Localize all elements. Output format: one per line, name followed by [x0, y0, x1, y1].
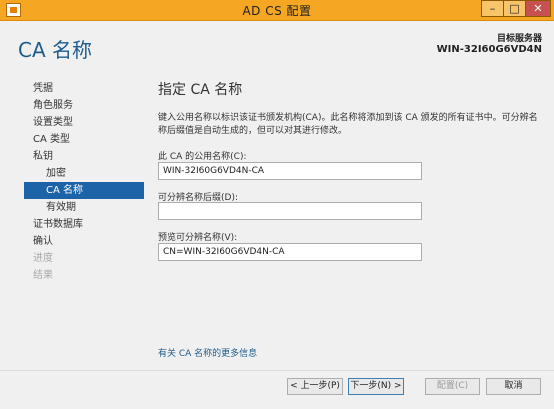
preview-dn-field[interactable]: [158, 243, 422, 261]
close-button[interactable]: ✕: [525, 0, 551, 17]
description-text: 键入公用名称以标识该证书颁发机构(CA)。此名称将添加到该 CA 颁发的所有证书…: [158, 113, 538, 136]
maximize-button[interactable]: □: [503, 0, 526, 17]
nav-item-setup-type[interactable]: 设置类型: [24, 114, 144, 131]
cancel-button[interactable]: 取消: [486, 378, 541, 395]
minimize-button[interactable]: –: [481, 0, 504, 17]
footer-divider: [0, 370, 554, 371]
target-server-name: WIN-32I60G6VD4N: [436, 44, 542, 55]
nav-item-ca-name[interactable]: CA 名称: [24, 182, 144, 199]
page-title: CA 名称: [18, 38, 93, 62]
next-button[interactable]: 下一步(N) >: [348, 378, 404, 395]
window-title: AD CS 配置: [242, 4, 312, 18]
nav-item-private-key[interactable]: 私钥: [24, 148, 144, 165]
target-server-label: 目标服务器: [496, 34, 542, 44]
dn-suffix-input[interactable]: [158, 202, 422, 220]
nav-item-ca-type[interactable]: CA 类型: [24, 131, 144, 148]
sidebar-nav: 凭据 角色服务 设置类型 CA 类型 私钥 加密 CA 名称 有效期 证书数据库…: [24, 80, 144, 284]
nav-item-credentials[interactable]: 凭据: [24, 80, 144, 97]
common-name-input[interactable]: [158, 162, 422, 180]
nav-item-role-services[interactable]: 角色服务: [24, 97, 144, 114]
more-info-link[interactable]: 有关 CA 名称的更多信息: [158, 346, 257, 359]
nav-item-validity-period[interactable]: 有效期: [24, 199, 144, 216]
nav-item-confirmation[interactable]: 确认: [24, 233, 144, 250]
nav-item-certificate-database[interactable]: 证书数据库: [24, 216, 144, 233]
preview-dn-label: 预览可分辨名称(V):: [158, 233, 238, 243]
title-bar: AD CS 配置 – □ ✕: [0, 0, 554, 21]
section-title: 指定 CA 名称: [158, 82, 243, 98]
nav-item-cryptography[interactable]: 加密: [24, 165, 144, 182]
previous-button[interactable]: < 上一步(P): [287, 378, 343, 395]
common-name-label: 此 CA 的公用名称(C):: [158, 152, 247, 162]
nav-item-results: 结果: [33, 270, 53, 281]
configure-button[interactable]: 配置(C): [425, 378, 480, 395]
nav-item-progress: 进度: [33, 253, 53, 264]
